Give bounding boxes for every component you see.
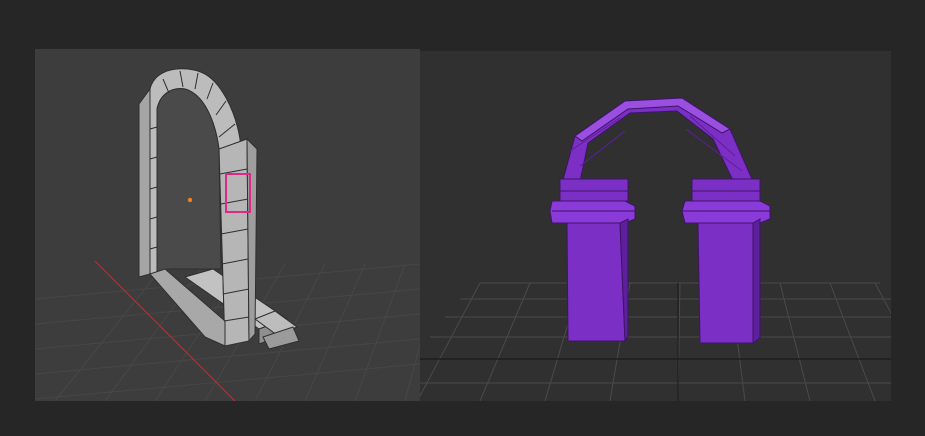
floor-grid	[420, 282, 891, 401]
left-viewport-scene	[35, 68, 420, 401]
left-3d-viewport[interactable]	[35, 49, 420, 401]
object-origin-dot	[187, 197, 193, 203]
stone-arch	[138, 68, 258, 347]
right-pillar	[681, 178, 771, 344]
right-viewport-scene	[420, 97, 891, 401]
purple-arch	[559, 97, 756, 192]
right-3d-viewport[interactable]	[420, 51, 891, 401]
